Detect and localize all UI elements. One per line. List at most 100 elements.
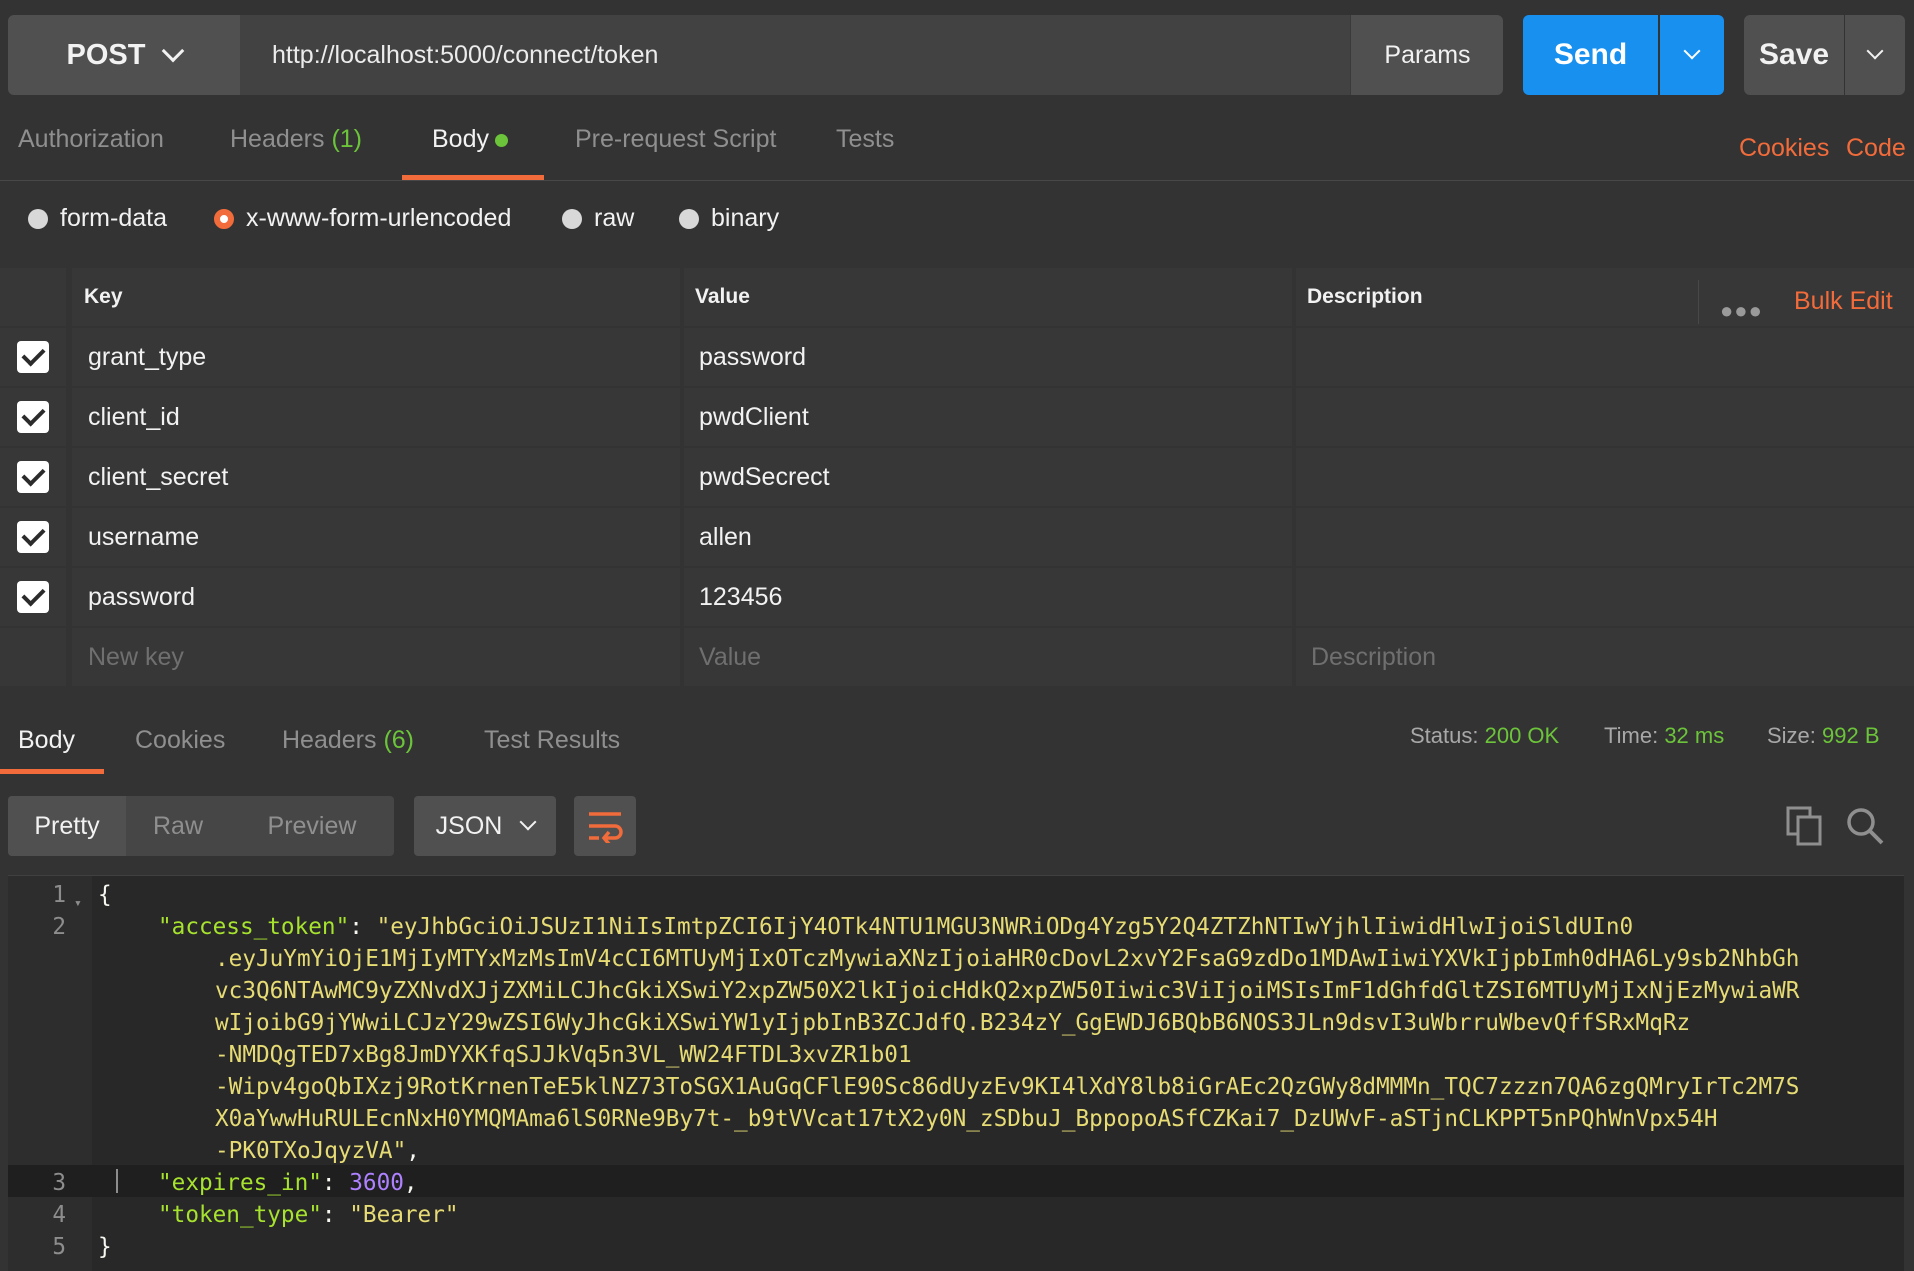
line-number: 4 [52,1202,66,1228]
checkbox-checked[interactable] [17,461,49,493]
params-button[interactable]: Params [1350,15,1504,95]
time-label: Time: [1604,723,1659,748]
radio-raw[interactable]: raw [562,204,634,233]
save-dropdown-button[interactable] [1845,15,1905,95]
copy-icon[interactable] [1786,806,1824,851]
response-tab-headers[interactable]: Headers (6) [282,726,414,755]
format-select[interactable]: JSON [414,796,556,856]
line-number: 2 [52,914,66,940]
table-row: username allen [0,508,1914,568]
divider [1698,280,1699,324]
tab-body[interactable]: Body [432,125,508,154]
json-string-continuation: X0aYwwHuRULEcnNxH0YMQMAma6lS0RNe9By7t-_b… [215,1106,1718,1132]
chevron-down-icon [162,39,185,63]
cookies-link[interactable]: Cookies [1739,134,1829,163]
json-string: -PK0TXoJqyzVA" [215,1138,407,1164]
json-colon: : [321,1170,350,1196]
tab-tests[interactable]: Tests [836,125,894,154]
new-value-input[interactable]: Value [684,628,1292,686]
new-description-input[interactable]: Description [1296,628,1914,686]
row-checkbox-cell [0,508,66,566]
json-colon: : [321,1202,350,1228]
send-button[interactable]: Send [1523,15,1658,95]
json-open-brace: { [98,882,112,908]
save-button[interactable]: Save [1744,15,1844,95]
json-close-brace: } [98,1234,112,1260]
code-link[interactable]: Code [1846,134,1906,163]
row-checkbox-cell [0,448,66,506]
checkbox-checked[interactable] [17,581,49,613]
text-cursor [116,1169,118,1193]
description-cell[interactable] [1296,388,1914,446]
value-cell[interactable]: pwdSecrect [684,448,1292,506]
radio-binary-label: binary [711,204,780,232]
method-select[interactable]: POST [8,15,240,95]
column-header-key: Key [72,268,680,326]
time-value: 32 ms [1664,723,1725,748]
line-number: 5 [52,1234,66,1260]
value-cell[interactable]: pwdClient [684,388,1292,446]
description-cell[interactable] [1296,328,1914,386]
response-tab-test-results-label: Test Results [484,726,621,754]
key-cell[interactable]: username [72,508,680,566]
wrap-lines-button[interactable] [574,796,636,856]
view-raw-button[interactable]: Raw [126,796,230,856]
send-dropdown-button[interactable] [1660,15,1724,95]
tab-tests-label: Tests [836,125,895,153]
table-row: password 123456 [0,568,1914,628]
tab-authorization[interactable]: Authorization [18,125,164,154]
key-cell[interactable]: client_secret [72,448,680,506]
response-tab-body[interactable]: Body [18,726,75,755]
tab-headers[interactable]: Headers (1) [230,125,362,154]
value-cell[interactable]: password [684,328,1292,386]
description-cell[interactable] [1296,448,1914,506]
response-tab-cookies[interactable]: Cookies [135,726,225,755]
response-body-editor[interactable]: 1 ▾ 2 3 4 5 { "access_token": "eyJhbGciO… [8,875,1904,1271]
radio-binary[interactable]: binary [679,204,779,233]
more-dots-icon[interactable]: ●●● [1720,298,1763,324]
value-cell[interactable]: allen [684,508,1292,566]
search-icon[interactable] [1845,806,1885,851]
radio-icon [562,208,582,229]
checkbox-checked[interactable] [17,521,49,553]
view-preview-button[interactable]: Preview [230,796,394,856]
radio-form-data[interactable]: form-data [28,204,167,233]
json-string-continuation: -NMDQgTED7xBg8JmDYXKfqSJJkVq5n3VL_WW24FT… [215,1042,912,1068]
request-bar: POST http://localhost:5000/connect/token… [8,15,1503,95]
key-cell[interactable]: password [72,568,680,626]
description-cell[interactable] [1296,568,1914,626]
modified-indicator-dot [494,133,508,147]
params-label: Params [1384,40,1471,69]
json-string-continuation: wIjoibG9jYWwiLCJzY29wZSI6WyJhcGkiXSwiYW1… [215,1010,1691,1036]
radio-icon [679,208,699,229]
checkbox-checked[interactable] [17,401,49,433]
key-cell[interactable]: grant_type [72,328,680,386]
view-pretty-button[interactable]: Pretty [8,796,126,856]
fold-toggle-icon[interactable]: ▾ [74,888,82,920]
tab-prerequest-script[interactable]: Pre-request Script [575,125,776,154]
checkbox-checked[interactable] [17,341,49,373]
response-tab-cookies-label: Cookies [135,726,226,754]
view-preview-label: Preview [267,811,357,840]
json-number: 3600 [349,1170,404,1196]
bulk-edit-link[interactable]: Bulk Edit [1794,287,1893,316]
json-line-expires-in: "expires_in": 3600, [158,1167,418,1199]
value-cell[interactable]: 123456 [684,568,1292,626]
chevron-down-icon [519,813,537,831]
description-cell[interactable] [1296,508,1914,566]
divider [0,180,1914,181]
send-label: Send [1553,38,1628,71]
key-cell[interactable]: client_id [72,388,680,446]
json-line-access-token: "access_token": "eyJhbGciOiJSUzI1NiIsImt… [158,911,1633,943]
radio-x-www-form-urlencoded[interactable]: x-www-form-urlencoded [214,204,511,233]
response-tab-body-label: Body [18,726,75,754]
tab-authorization-label: Authorization [18,125,164,153]
format-label: JSON [435,811,503,840]
new-key-input[interactable]: New key [72,628,680,686]
response-tab-test-results[interactable]: Test Results [484,726,620,755]
url-input[interactable]: http://localhost:5000/connect/token [240,15,1350,95]
json-comma: , [403,1170,418,1196]
new-row: New key Value Description [0,628,1914,688]
row-checkbox-cell [0,328,66,386]
radio-selected-icon [214,208,234,229]
